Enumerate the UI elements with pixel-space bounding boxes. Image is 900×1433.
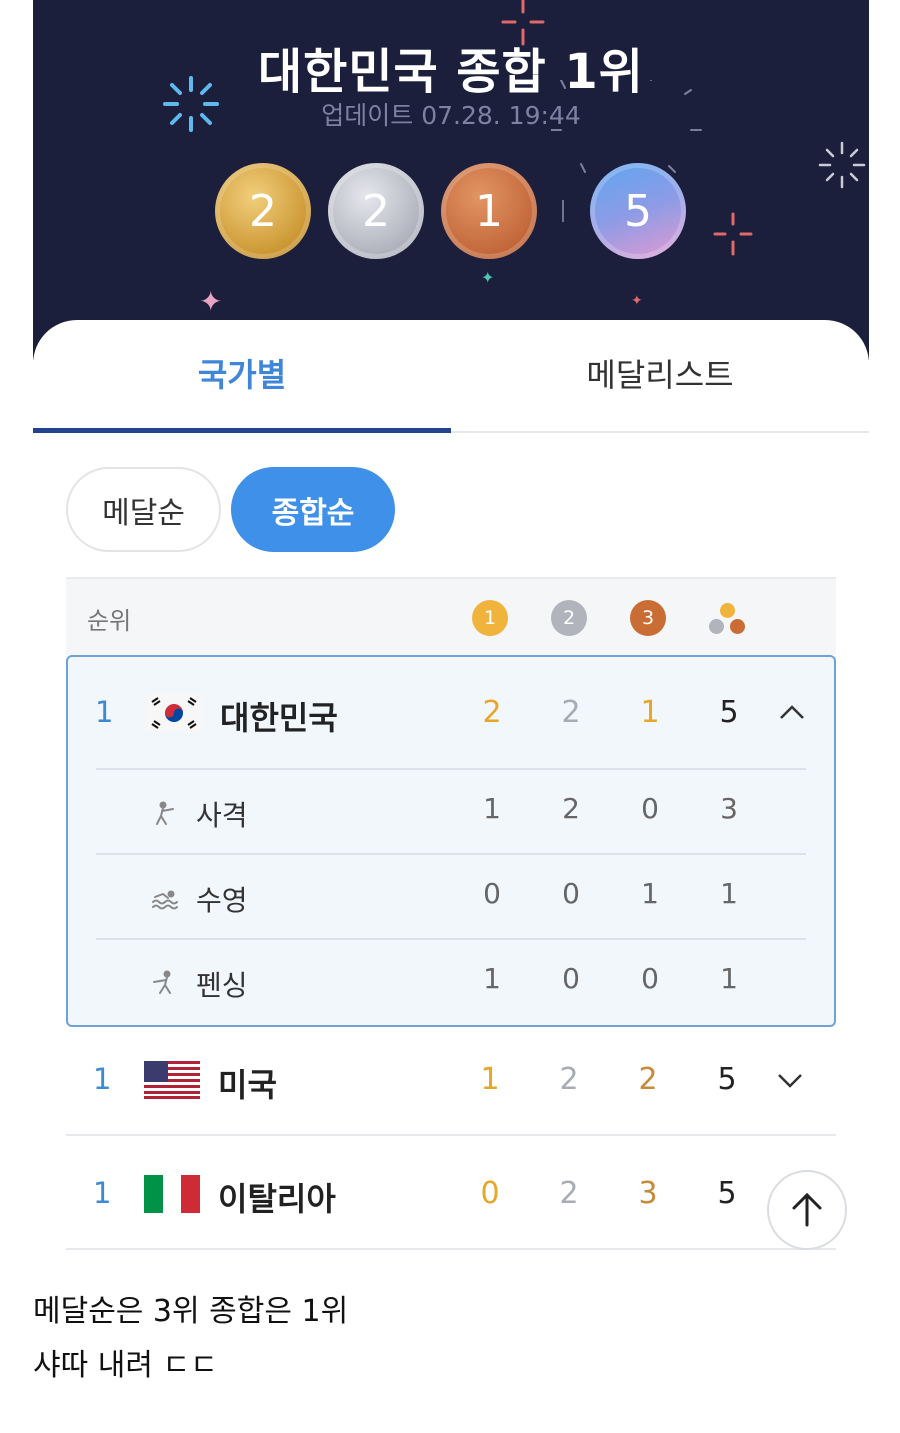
bronze-count: 0 xyxy=(641,792,659,825)
silver-count: 2 xyxy=(559,1176,579,1211)
active-tab-indicator xyxy=(33,428,451,433)
sort-by-medal-button[interactable]: 메달순 xyxy=(66,467,221,552)
firework-icon xyxy=(713,212,753,256)
bronze-count: 1 xyxy=(640,695,660,730)
bronze-count: 1 xyxy=(641,877,659,910)
sport-row-swimming: 수영 0 0 1 1 xyxy=(96,853,806,938)
table-header: 순위 1 2 3 xyxy=(66,577,836,655)
chevron-down-icon[interactable] xyxy=(776,1072,804,1090)
firework-icon xyxy=(818,141,866,189)
chevron-up-icon[interactable] xyxy=(778,703,806,721)
sport-name: 수영 xyxy=(196,884,248,917)
total-count: 1 xyxy=(720,877,738,910)
gold-count: 1 xyxy=(480,1062,500,1097)
swimming-icon xyxy=(152,890,178,910)
rank-value: 1 xyxy=(93,1062,112,1096)
medal-summary-banner: ✦ ✦ ✦ 대한민국 종합 1위 업데이트 07.28. 19:44 2 2 1… xyxy=(33,0,869,360)
total-count: 5 xyxy=(717,1176,737,1211)
table-row-korea[interactable]: 1 대한민국 2 2 1 5 사격 1 2 0 3 수영 0 0 1 1 펜싱 … xyxy=(66,655,836,1027)
sport-name: 펜싱 xyxy=(196,969,248,1002)
silver-medal-count: 2 xyxy=(328,163,424,259)
bronze-medal-count: 1 xyxy=(441,163,537,259)
gold-medal-count: 2 xyxy=(215,163,311,259)
table-row-usa[interactable]: 1 미국 1 2 2 5 xyxy=(66,1024,836,1136)
arrow-up-icon xyxy=(792,1192,822,1227)
silver-column-icon: 2 xyxy=(551,600,587,636)
caption-line-1: 메달순은 3위 종합은 1위 xyxy=(33,1294,349,1329)
total-count: 5 xyxy=(719,695,739,730)
gold-count: 0 xyxy=(483,877,501,910)
gold-count: 1 xyxy=(483,792,501,825)
tab-bar: 국가별 메달리스트 xyxy=(33,320,869,433)
sort-by-total-button[interactable]: 종합순 xyxy=(231,467,395,552)
total-count: 3 xyxy=(720,792,738,825)
bronze-count: 3 xyxy=(638,1176,658,1211)
medal-table-panel: 국가별 메달리스트 메달순 종합순 순위 1 2 3 1 대한민국 2 2 1 … xyxy=(33,320,869,1433)
table-row[interactable]: 1 대한민국 2 2 1 5 xyxy=(68,657,838,769)
bronze-column-icon: 3 xyxy=(630,600,666,636)
table-row-italy[interactable]: 1 이탈리아 0 2 3 5 xyxy=(66,1138,836,1250)
update-timestamp: 업데이트 07.28. 19:44 xyxy=(321,101,581,130)
usa-flag xyxy=(144,1061,200,1099)
sparkle-icon: ✦ xyxy=(631,293,643,309)
silver-count: 2 xyxy=(559,1062,579,1097)
total-medal-count: 5 xyxy=(590,163,686,259)
korea-flag xyxy=(146,694,202,732)
scroll-to-top-button[interactable] xyxy=(767,1170,847,1250)
silver-count: 0 xyxy=(562,962,580,995)
country-name: 대한민국 xyxy=(220,699,338,737)
bronze-count: 2 xyxy=(638,1062,658,1097)
sport-row-shooting: 사격 1 2 0 3 xyxy=(96,768,806,853)
country-name: 이탈리아 xyxy=(218,1180,336,1218)
rank-value: 1 xyxy=(95,695,114,729)
total-column-icon xyxy=(708,600,748,636)
shooting-icon xyxy=(156,801,174,825)
sparkle-icon: ✦ xyxy=(481,268,495,287)
silver-count: 2 xyxy=(562,792,580,825)
gold-count: 1 xyxy=(483,962,501,995)
divider xyxy=(562,200,564,222)
caption-line-2: 샤따 내려 ㄷㄷ xyxy=(33,1348,218,1383)
total-count: 1 xyxy=(720,962,738,995)
page-title: 대한민국 종합 1위 xyxy=(258,44,644,100)
total-count: 5 xyxy=(717,1062,737,1097)
silver-count: 0 xyxy=(562,877,580,910)
rank-column-header: 순위 xyxy=(87,607,132,635)
silver-count: 2 xyxy=(561,695,581,730)
sport-name: 사격 xyxy=(196,799,248,832)
tab-country[interactable]: 국가별 xyxy=(33,350,451,396)
country-name: 미국 xyxy=(218,1066,277,1104)
tab-medalist[interactable]: 메달리스트 xyxy=(451,350,869,396)
fencing-icon xyxy=(153,970,171,994)
gold-count: 2 xyxy=(482,695,502,730)
rank-value: 1 xyxy=(93,1176,112,1210)
gold-count: 0 xyxy=(480,1176,500,1211)
sparkle-icon: ✦ xyxy=(199,285,223,318)
italy-flag xyxy=(144,1175,200,1213)
bronze-count: 0 xyxy=(641,962,659,995)
gold-column-icon: 1 xyxy=(472,600,508,636)
sport-row-fencing: 펜싱 1 0 0 1 xyxy=(96,938,806,1023)
